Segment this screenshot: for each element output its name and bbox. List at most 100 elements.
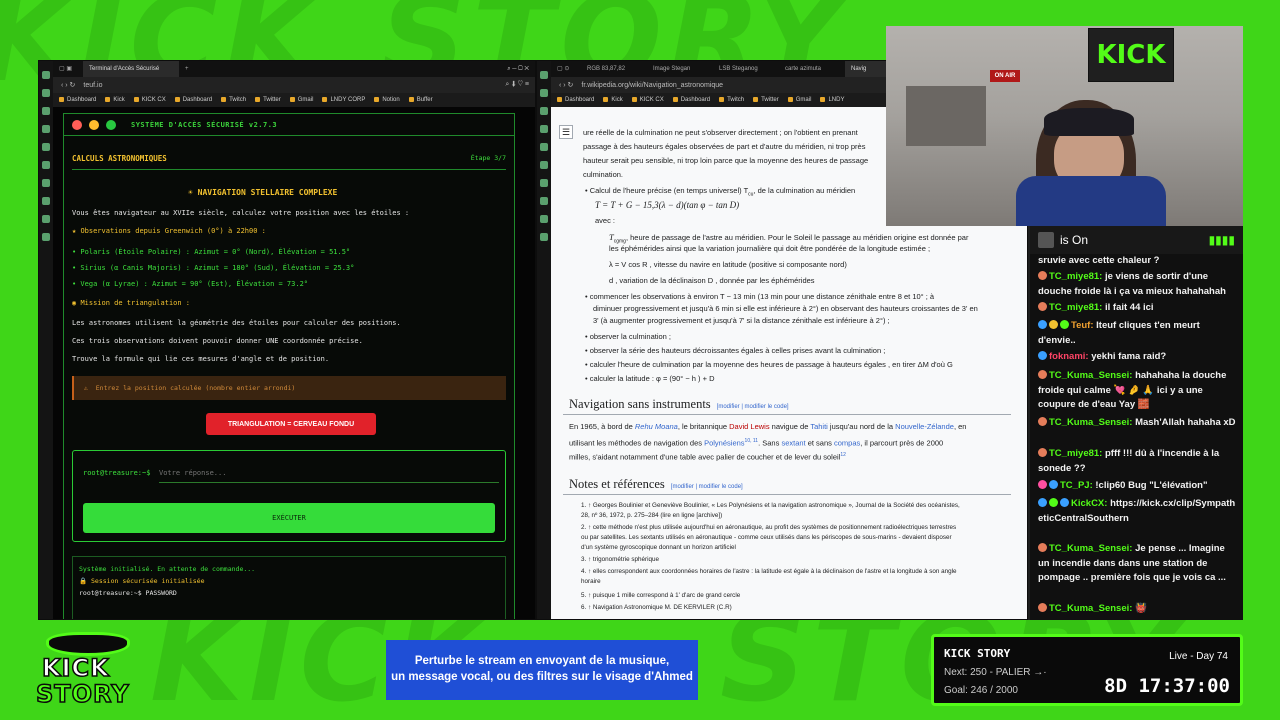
citation[interactable]: 12 [840,452,846,458]
execute-button[interactable]: EXÉCUTER [83,503,495,533]
tab-item[interactable]: RGB 83,87,82 [581,61,647,77]
tab-item[interactable]: Image Stegan [647,61,713,77]
terminal-title: SYSTÈME D'ACCÈS SÉCURISÉ v2.7.3 [131,120,278,129]
note-item: d'un système gyroscopique donnant un hor… [581,544,736,551]
message-text: sruvie avec cette chaleur ? [1038,255,1160,266]
bookmark-item[interactable]: Buffer [409,97,433,103]
shelf [906,86,986,146]
answer-input[interactable] [159,463,499,483]
kick-sign-text: KICK [1096,40,1166,70]
username[interactable]: TC_PJ: [1060,480,1093,491]
sidebar-app-icon[interactable] [42,197,50,205]
mission-title-text: Mission de triangulation : [80,299,191,307]
note-item: 5. ↑ puisque 1 mille correspond à 1' d'a… [581,592,741,599]
sidebar-app-icon[interactable] [42,71,50,79]
bookmark-item[interactable]: KICK CX [632,97,664,103]
maximize-dot-icon[interactable] [106,119,116,130]
sidebar-app-icon[interactable] [540,107,548,115]
tab-item[interactable]: LSB Steganog [713,61,779,77]
username[interactable]: KickCX: [1071,498,1107,509]
link[interactable]: compas [834,439,860,448]
bookmark-item[interactable]: Gmail [788,97,812,103]
bookmark-item[interactable]: Dashboard [673,97,710,103]
obs-title-text: Observations depuis Greenwich (0°) à 22h… [80,227,266,235]
note-item: horaire [581,578,601,585]
mission-line: Les astronomes utilisent la géométrie de… [72,319,401,327]
link[interactable]: David Lewis [729,422,769,431]
link[interactable]: Polynésiens [704,439,744,448]
username[interactable]: TC_Kuma_Sensei: [1049,370,1132,381]
username[interactable]: TC_miye81: [1049,302,1102,313]
bookmark-item[interactable]: Gmail [290,97,314,103]
sidebar-app-icon[interactable] [540,215,548,223]
bookmark-item[interactable]: Dashboard [175,97,212,103]
tab-controls[interactable]: ▢ ⊙ [551,61,581,77]
edit-link[interactable]: [modifier | modifier le code] [671,484,743,490]
sidebar-app-icon[interactable] [42,125,50,133]
bookmark-item[interactable]: LNDY [820,97,844,103]
section-heading: Notes et références [modifier | modifier … [569,477,743,492]
bookmark-item[interactable]: Kick [603,97,622,103]
username[interactable]: TC_miye81: [1049,448,1102,459]
chat-message: KickCX: https://kick.cx/clip/Sympathetic… [1038,497,1237,526]
link[interactable]: Tahiti [810,422,828,431]
bookmark-item[interactable]: Twitch [221,97,246,103]
new-tab-icon[interactable]: + [179,61,195,77]
panel-title: KICK STORY [944,647,1011,660]
citation[interactable]: 10, 11 [745,438,759,444]
chat-message: TC_miye81: pfff !!! dû à l'incendie à la… [1038,447,1237,476]
bookmark-item[interactable]: Dashboard [557,97,594,103]
username[interactable]: TC_Kuma_Sensei: [1049,603,1132,614]
sidebar-app-icon[interactable] [42,233,50,241]
url-text[interactable]: fr.wikipedia.org/wiki/Navigation_astrono… [581,82,723,89]
sidebar-app-icon[interactable] [540,125,548,133]
username[interactable]: Teuf: [1071,320,1094,331]
link[interactable]: sextant [781,439,805,448]
text: , en [953,422,967,431]
toc-menu-icon[interactable]: ☰ [559,125,573,139]
nav-arrows-icon[interactable]: ‹ › ↻ [559,81,573,89]
url-text[interactable]: teuf.io [83,82,102,89]
tab-terminal[interactable]: Terminal d'Accès Sécurisé [83,61,179,77]
minimize-dot-icon[interactable] [89,119,99,130]
tab-item[interactable]: carte azimuta [779,61,845,77]
edit-link[interactable]: [modifier | modifier le code] [717,404,789,410]
link[interactable]: Nouvelle-Zélande [895,422,954,431]
bookmark-item[interactable]: LNDY CORP [322,97,365,103]
sidebar-app-icon[interactable] [540,197,548,205]
address-bar[interactable]: ‹ › ↻ teuf.io ⌕ ⬇ ♡ ≡ [53,77,535,93]
sidebar-app-icon[interactable] [540,161,548,169]
sidebar-app-icon[interactable] [540,233,548,241]
bookmark-item[interactable]: Twitter [753,97,779,103]
sidebar-app-icon[interactable] [540,179,548,187]
bookmark-item[interactable]: KICK CX [134,97,166,103]
sidebar-app-icon[interactable] [540,89,548,97]
badge-icon [1049,480,1058,489]
close-dot-icon[interactable] [72,119,82,130]
link[interactable]: Rehu Moana [635,422,678,431]
nav-arrows-icon[interactable]: ‹ › ↻ [61,81,75,89]
sidebar-app-icon[interactable] [42,107,50,115]
bookmark-item[interactable]: Twitch [719,97,744,103]
tab-controls[interactable]: ▢ ▣ [53,61,83,77]
window-controls-icon[interactable]: ⌕ ─ ▢ ✕ [507,66,535,73]
sidebar-app-icon[interactable] [42,161,50,169]
username[interactable]: foknami: [1049,351,1089,362]
sidebar-app-icon[interactable] [42,143,50,151]
username[interactable]: TC_Kuma_Sensei: [1049,417,1132,428]
sidebar-app-icon[interactable] [42,89,50,97]
bookmark-item[interactable]: Dashboard [59,97,96,103]
bookmark-item[interactable]: Kick [105,97,124,103]
badge-icon [1038,603,1047,612]
sidebar-app-icon[interactable] [540,143,548,151]
chat-message: sruvie avec cette chaleur ? [1038,254,1237,269]
username[interactable]: TC_Kuma_Sensei: [1049,543,1132,554]
hint-button[interactable]: TRIANGULATION = CERVEAU FONDU [206,413,376,435]
sidebar-app-icon[interactable] [42,215,50,223]
sidebar-app-icon[interactable] [540,71,548,79]
toolbar-icons[interactable]: ⌕ ⬇ ♡ ≡ [505,81,535,89]
username[interactable]: TC_miye81: [1049,271,1102,282]
bookmark-item[interactable]: Twitter [255,97,281,103]
sidebar-app-icon[interactable] [42,179,50,187]
bookmark-item[interactable]: Notion [374,97,399,103]
